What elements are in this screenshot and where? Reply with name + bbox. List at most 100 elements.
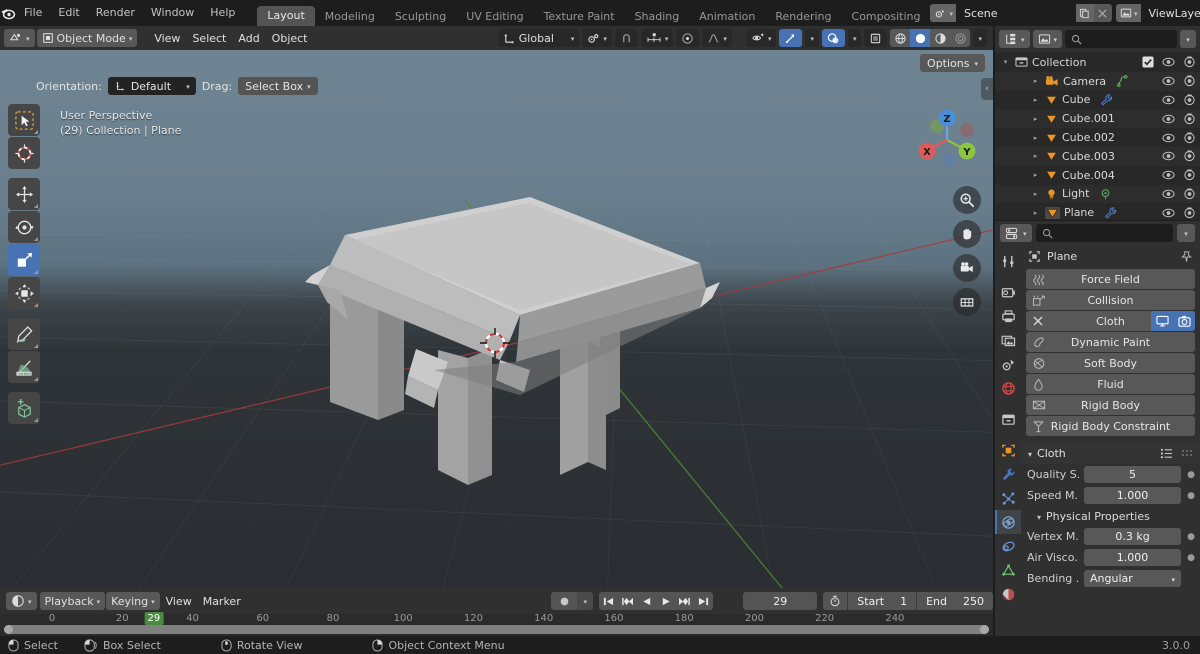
rotate-tool[interactable] [8, 211, 40, 243]
cursor-tool[interactable] [8, 137, 40, 169]
shading-solid-button[interactable] [910, 29, 931, 47]
outliner-row-cube[interactable]: ▸ Cube [995, 91, 1200, 110]
viewport-canvas[interactable]: User Perspective (29) Collection | Plane… [0, 50, 993, 588]
properties-options-chevron[interactable]: ▾ [1177, 224, 1195, 242]
pan-hand-icon[interactable] [953, 220, 981, 248]
animate-property-dot[interactable]: ● [1186, 553, 1196, 563]
scene-selector[interactable]: ▾ Scene [930, 4, 1112, 22]
animation-icon[interactable] [1116, 75, 1129, 88]
timeline-scroll-left-handle[interactable] [4, 625, 13, 634]
outliner-row-collection[interactable]: ▾ Collection [995, 53, 1200, 72]
presets-list-icon[interactable] [1160, 448, 1173, 459]
outliner-row-light[interactable]: ▸ Light [995, 184, 1200, 204]
timeline-scrollbar[interactable] [4, 625, 989, 634]
physics-button-cloth[interactable]: Cloth [1026, 311, 1195, 331]
current-frame-field[interactable]: 29 [743, 592, 818, 610]
viewlayer-icon[interactable]: ▾ [1115, 4, 1141, 22]
properties-tab-object[interactable] [995, 438, 1021, 462]
camera-render-icon[interactable] [1173, 311, 1195, 331]
outliner-disclosure-triangle[interactable]: ▸ [1031, 134, 1040, 142]
zoom-icon[interactable] [953, 186, 981, 214]
drag-action-dropdown[interactable]: Select Box ▾ [238, 77, 318, 95]
next-keyframe-icon[interactable] [675, 592, 695, 610]
light-data-icon[interactable] [1099, 188, 1112, 200]
workspace-tab-shading[interactable]: Shading [625, 7, 690, 26]
orientation-dropdown[interactable]: Default ▾ [107, 77, 196, 95]
add-cube-tool[interactable] [8, 392, 40, 424]
scene-name-field[interactable]: Scene [955, 4, 1076, 22]
snap-to-selector[interactable]: ▾ [640, 29, 674, 47]
outliner-row-plane[interactable]: ▸ Plane [995, 203, 1200, 222]
outliner-disclosure-triangle[interactable]: ▸ [1031, 77, 1040, 85]
timeline-menu-playback[interactable]: Playback ▾ [39, 592, 106, 610]
outliner-disclosure-triangle[interactable]: ▸ [1031, 152, 1040, 160]
shading-rendered-button[interactable] [950, 29, 971, 47]
camera-render-visibility-icon[interactable] [1183, 75, 1196, 87]
eye-visibility-icon[interactable] [1162, 133, 1175, 143]
properties-tab-tool[interactable] [995, 249, 1021, 273]
workspace-tab-sculpting[interactable]: Sculpting [385, 7, 456, 26]
gizmo-toggle[interactable] [779, 29, 803, 47]
viewport-menu-select[interactable]: Select [187, 29, 231, 47]
property-value-field[interactable]: 0.3 kg [1084, 528, 1181, 545]
modifier-wrench-icon[interactable] [1104, 207, 1117, 219]
shading-wireframe-button[interactable] [890, 29, 911, 47]
properties-tab-render[interactable] [995, 280, 1021, 304]
eye-visibility-icon[interactable] [1162, 189, 1175, 199]
properties-tab-object-data[interactable] [995, 558, 1021, 582]
workspace-tab-modeling[interactable]: Modeling [315, 7, 385, 26]
viewlayer-name-field[interactable]: ViewLayer [1140, 4, 1200, 22]
eye-visibility-icon[interactable] [1162, 57, 1175, 67]
start-frame-field[interactable]: Start 1 [847, 592, 917, 610]
camera-render-visibility-icon[interactable] [1183, 169, 1196, 181]
top-menu-help[interactable]: Help [202, 2, 243, 24]
outliner-row-cube-003[interactable]: ▸ Cube.003 [995, 146, 1200, 166]
play-reverse-icon[interactable] [637, 592, 657, 610]
jump-to-end-icon[interactable] [694, 592, 714, 610]
physics-button-soft-body[interactable]: Soft Body [1026, 353, 1195, 373]
visibility-selector[interactable]: ▾ [745, 29, 777, 47]
monitor-icon[interactable] [1151, 311, 1173, 331]
outliner-display-mode-selector[interactable]: ▾ [1032, 30, 1063, 48]
sidebar-collapse-arrow[interactable]: ‹ [981, 78, 993, 100]
transform-tool[interactable] [8, 277, 40, 309]
camera-render-visibility-icon[interactable] [1183, 150, 1196, 162]
workspace-tab-compositing[interactable]: Compositing [842, 7, 931, 26]
properties-tab-collection[interactable] [995, 407, 1021, 431]
property-value-field[interactable]: 1.000 [1084, 549, 1181, 566]
transform-orientation-selector[interactable]: Global ▾ [497, 29, 580, 47]
properties-tab-particles[interactable] [995, 486, 1021, 510]
record-icon[interactable] [551, 592, 578, 610]
camera-render-visibility-icon[interactable] [1183, 113, 1196, 125]
xray-toggle[interactable] [864, 29, 888, 47]
overlays-toggle[interactable] [821, 29, 845, 47]
outliner-exclude-checkbox[interactable] [1142, 56, 1154, 68]
prev-keyframe-icon[interactable] [618, 592, 638, 610]
outliner-row-cube-002[interactable]: ▸ Cube.002 [995, 128, 1200, 147]
shading-material-preview-button[interactable] [930, 29, 951, 47]
physics-button-collision[interactable]: Collision [1026, 290, 1195, 310]
outliner-filter-chevron[interactable]: ▾ [1180, 30, 1196, 48]
outliner-row-camera[interactable]: ▸ Camera [995, 71, 1200, 91]
timeline-menu-marker[interactable]: Marker [198, 592, 246, 610]
properties-tab-scene[interactable] [995, 352, 1021, 376]
navigation-gizmo[interactable]: Z Y X [909, 102, 985, 178]
scene-remove-icon[interactable] [1093, 4, 1112, 22]
physics-button-rigid-body-constraint[interactable]: Rigid Body Constraint [1026, 416, 1195, 436]
property-value-field[interactable]: Angular ▾ [1084, 570, 1181, 587]
camera-render-visibility-icon[interactable] [1183, 132, 1196, 144]
viewport-menu-add[interactable]: Add [233, 29, 264, 47]
use-preview-range-icon[interactable] [823, 592, 848, 610]
ortho-persp-icon[interactable] [953, 288, 981, 316]
outliner-disclosure-triangle[interactable]: ▸ [1031, 115, 1040, 123]
timeline-menu-keying[interactable]: Keying ▾ [106, 592, 160, 610]
shading-mode-group[interactable] [890, 29, 971, 47]
panel-drag-handle[interactable] [1181, 448, 1193, 459]
eye-visibility-icon[interactable] [1162, 151, 1175, 161]
physics-button-force-field[interactable]: Force Field [1026, 269, 1195, 289]
overlays-options-chevron[interactable]: ▾ [847, 29, 862, 47]
properties-tab-constraints[interactable] [995, 534, 1021, 558]
camera-view-icon[interactable] [953, 254, 981, 282]
camera-render-visibility-icon[interactable] [1183, 56, 1196, 68]
viewport-menu-object[interactable]: Object [267, 29, 313, 47]
